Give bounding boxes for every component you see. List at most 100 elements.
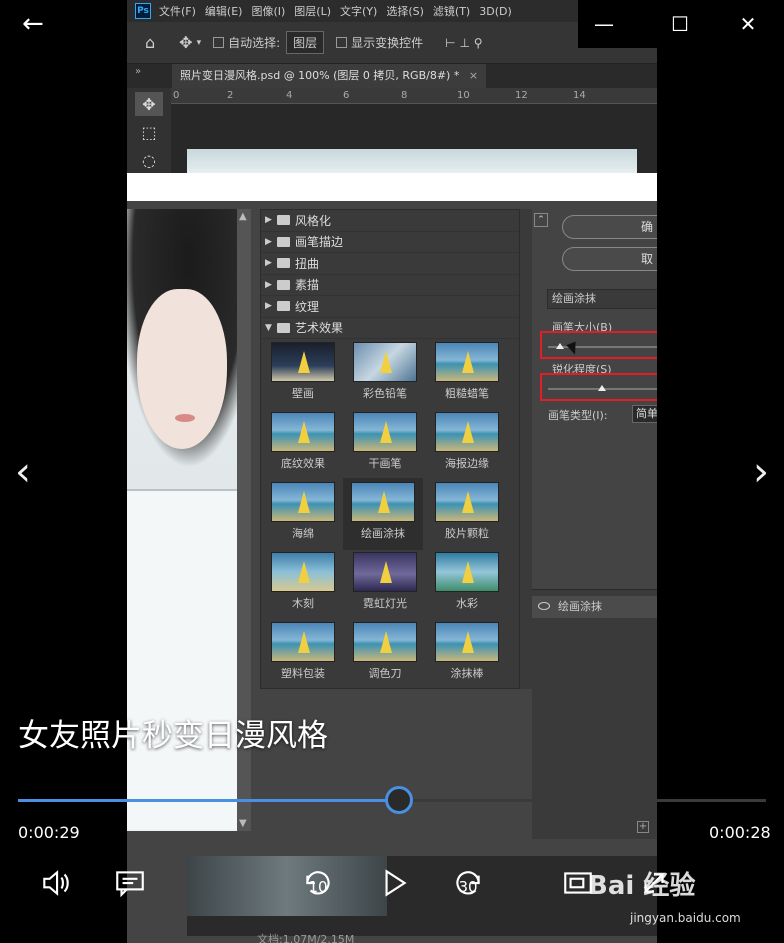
thumbnail-label: 底纹效果 [281,457,325,470]
filter-gallery-dialog: ▲ ▼ ▶ 风格化 ▶ 画笔描边 ▶ 扭曲 ▶ 素描 ▶ 纹理 ▼ 艺术效果 壁画 彩色铅笔… [127,201,657,943]
baidu-jingyan-watermark: Bai 经验 jingyan.baidu.com [580,855,770,935]
category-sketch: ▶ 素描 [261,275,519,296]
new-effect-layer-icon: + [637,821,649,833]
volume-icon [43,870,69,896]
cancel-button: 取 [562,247,657,271]
show-transform-label: 显示变换控件 [351,36,424,50]
thumbnail-label: 绘画涂抹 [361,527,405,540]
checkbox-icon [336,37,348,48]
thumbnail-image [435,622,499,662]
thumbnail-image [435,552,499,592]
play-icon [385,869,407,897]
category-brush-strokes: ▶ 画笔描边 [261,232,519,253]
thumb-smudge-stick: 涂抹棒 [429,622,505,686]
ruler-number: 4 [286,90,293,101]
thumb-watercolor: 水彩 [429,552,505,616]
folder-icon [277,279,290,290]
close-icon: × [468,69,479,82]
watermark-url: jingyan.baidu.com [630,911,741,925]
thumbnail-label: 壁画 [292,387,314,400]
skip-back-seconds: 10 [308,878,328,896]
thumb-rough-pastels: 粗糙蜡笔 [429,342,505,406]
thumbnail-label: 霓虹灯光 [363,597,407,610]
video-title: 女友照片秒变日漫风格 [18,718,328,754]
seek-bar[interactable] [18,786,766,814]
thumb-underpainting: 底纹效果 [265,412,341,476]
thumb-fresco: 壁画 [265,342,341,406]
ps-toolbar: ✥ ⬚ ◌ [127,88,171,173]
thumb-plastic-wrap: 塑料包装 [265,622,341,686]
expand-triangle-icon: ▶ [265,279,272,290]
back-arrow-icon[interactable]: ← [22,10,52,40]
thumbnail-label: 水彩 [456,597,478,610]
thumbnail-image [435,342,499,382]
thumbnail-image [353,412,417,452]
category-artistic: ▼ 艺术效果 [261,318,519,339]
category-distort: ▶ 扭曲 [261,253,519,275]
photoshop-logo-icon: Ps [135,3,151,19]
folder-icon [277,301,290,312]
brush-type-label: 画笔类型(I): [548,409,608,422]
ruler-number: 0 [173,90,180,101]
document-tab: 照片变日漫风格.psd @ 100% (图层 0 拷贝, RGB/8#) * × [172,64,487,88]
thumbnail-image [271,552,335,592]
document-status: 文档:1.07M/2.15M [257,933,355,943]
ps-document-tabbar: » 照片变日漫风格.psd @ 100% (图层 0 拷贝, RGB/8#) *… [127,64,657,88]
previous-arrow-icon[interactable]: ‹ [8,450,38,494]
skip-forward-seconds: 30 [458,878,478,896]
category-texture: ▶ 纹理 [261,296,519,318]
checkbox-icon [213,37,225,48]
thumb-sponge: 海绵 [265,482,341,546]
thumb-film-grain: 胶片颗粒 [429,482,505,546]
menu-filter: 滤镜(T) [432,5,471,18]
thumbnail-label: 胶片颗粒 [445,527,489,540]
category-label: 纹理 [295,299,320,314]
folder-icon [277,215,290,226]
category-label: 扭曲 [295,256,320,271]
category-label: 素描 [295,278,320,293]
volume-button[interactable] [34,866,78,906]
brush-type-select: 简单 [632,405,657,423]
minimize-icon[interactable]: — [590,10,618,38]
menu-3d: 3D(D) [479,4,512,18]
skip-back-button[interactable]: 10 [296,866,340,906]
thumb-colored-pencil: 彩色铅笔 [347,342,423,406]
thumbnail-label: 涂抹棒 [450,667,484,680]
brush-size-slider [548,343,657,349]
dialog-title-band [127,173,657,201]
expand-triangle-icon: ▶ [265,215,272,226]
ruler-number: 8 [401,90,408,101]
filter-category-tree: ▶ 风格化 ▶ 画笔描边 ▶ 扭曲 ▶ 素描 ▶ 纹理 ▼ 艺术效果 壁画 彩色铅笔 粗糙蜡… [260,209,520,689]
watermark-logo-text: Bai 经验 [588,871,696,901]
expand-triangle-icon: ▶ [265,236,272,247]
thumbnail-label: 海报边缘 [445,457,489,470]
captions-button[interactable] [108,866,152,906]
sharpness-slider [548,385,657,391]
horizontal-ruler: 0 2 4 6 8 10 12 14 [171,88,657,104]
expand-triangle-icon: ▶ [265,301,272,312]
category-label: 艺术效果 [295,321,344,336]
menu-select: 选择(S) [386,5,424,18]
thumbnail-image [351,482,415,522]
layer-thumbnail-image [187,856,387,916]
category-label: 画笔描边 [295,235,344,250]
move-icon: ✥ [179,33,193,52]
category-stylize: ▶ 风格化 [261,210,519,232]
next-arrow-icon[interactable]: › [746,450,776,494]
skip-forward-button[interactable]: 30 [446,866,490,906]
folder-icon [277,258,290,269]
ruler-number: 12 [515,90,528,101]
thumb-neon-glow: 霓虹灯光 [347,552,423,616]
thumbnail-image [353,622,417,662]
play-button[interactable] [372,866,416,906]
close-window-icon[interactable]: ✕ [734,10,762,38]
collapse-triangle-icon: ▼ [265,322,272,333]
maximize-icon[interactable]: ☐ [666,10,694,38]
move-tool-icon: ✥ [135,92,163,116]
remaining-time: 0:00:28 [709,823,771,842]
home-icon: ⌂ [145,33,156,52]
thumbnail-label: 木刻 [292,597,314,610]
thumbnail-image [353,342,417,382]
menu-file: 文件(F) [159,5,196,18]
folder-open-icon [277,322,290,333]
